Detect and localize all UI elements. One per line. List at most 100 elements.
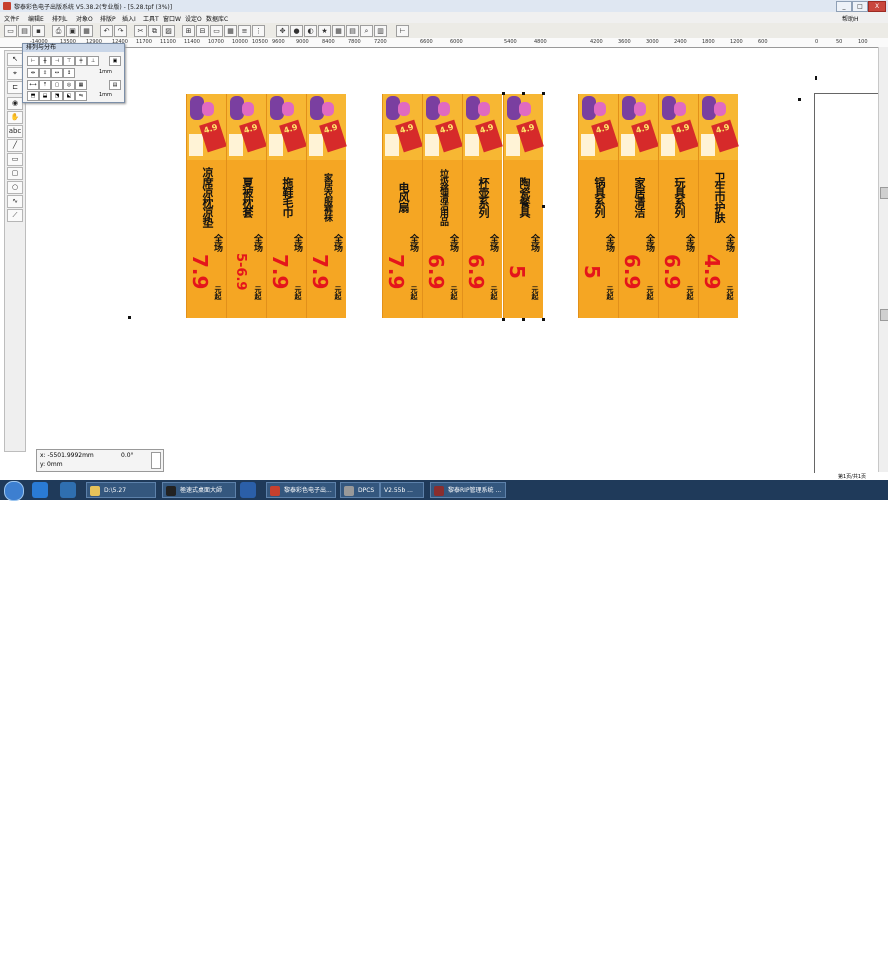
table-icon[interactable]: ▦ <box>224 25 237 37</box>
copy-icon[interactable]: ⧉ <box>148 25 161 37</box>
hand-tool-icon[interactable]: ✋ <box>7 111 23 124</box>
same-width-icon[interactable]: ⟷ <box>27 80 39 90</box>
node-tool-icon[interactable]: ⌖ <box>7 67 23 80</box>
taskbar-app-icon[interactable] <box>240 482 256 498</box>
align-top-icon[interactable]: ⊤ <box>63 56 75 66</box>
sign-card[interactable]: 4.9 凉席凉枕凉垫 全场 7.9 元起 <box>186 94 227 318</box>
menu-settings[interactable]: 设定O <box>185 14 202 23</box>
selection-handle[interactable] <box>502 318 505 321</box>
taskbar-rip[interactable]: 黎泰RIP管理系统 ... <box>430 482 506 498</box>
menu-arrange[interactable]: 排列L <box>52 14 67 23</box>
lock-icon[interactable]: ▤ <box>109 80 121 90</box>
taskbar-dpcs[interactable]: DPCS <box>340 482 380 498</box>
space-h-icon[interactable]: ↔ <box>51 68 63 78</box>
same-height-icon[interactable]: ⤒ <box>39 80 51 90</box>
fit-icon[interactable]: ▦ <box>75 80 87 90</box>
sign-card[interactable]: 4.9 家居衣服裤袜 全场 7.9 元起 <box>306 94 347 318</box>
menu-window[interactable]: 窗口W <box>163 14 181 23</box>
star-icon[interactable]: ★ <box>318 25 331 37</box>
close-button[interactable]: X <box>868 1 886 12</box>
menu-insert[interactable]: 插入I <box>122 14 136 23</box>
vertical-scrollbar[interactable] <box>878 47 888 472</box>
grid-icon[interactable]: ▦ <box>332 25 345 37</box>
line-tool-icon[interactable]: ╱ <box>7 139 23 152</box>
undo-icon[interactable]: ↶ <box>100 25 113 37</box>
ie-icon[interactable] <box>32 482 48 498</box>
ungroup-icon[interactable]: ⊟ <box>196 25 209 37</box>
same-size-icon[interactable]: ▢ <box>51 80 63 90</box>
sign-card[interactable]: 4.9 家居清洁 全场 6.9 元起 <box>618 94 659 318</box>
status-scroll[interactable] <box>151 452 161 469</box>
center-page-icon[interactable]: ◎ <box>63 80 75 90</box>
align-icon[interactable]: ≡ <box>238 25 251 37</box>
new-file-icon[interactable]: ▭ <box>4 25 17 37</box>
menu-file[interactable]: 文件F <box>4 14 19 23</box>
offset-value[interactable]: 1mm <box>99 92 112 98</box>
menu-layout[interactable]: 排版P <box>100 14 116 23</box>
cut-icon[interactable]: ✂ <box>134 25 147 37</box>
order-forward-icon[interactable]: ⬔ <box>51 91 63 101</box>
print-icon[interactable]: ⎙ <box>52 25 65 37</box>
sign-card[interactable]: 4.9 卫生巾护肤 全场 4.9 元起 <box>698 94 739 318</box>
menu-database[interactable]: 数据库C <box>206 14 228 23</box>
align-middle-icon[interactable]: ╪ <box>75 56 87 66</box>
redo-icon[interactable]: ↷ <box>114 25 127 37</box>
polyline-tool-icon[interactable]: ⟋ <box>7 209 23 222</box>
round-rect-tool-icon[interactable]: ▢ <box>7 167 23 180</box>
pointer-tool-icon[interactable]: ↖ <box>7 53 23 66</box>
align-bottom-icon[interactable]: ⊥ <box>87 56 99 66</box>
selection-handle[interactable] <box>542 318 545 321</box>
taskbar-version[interactable]: V2.55b ... <box>380 482 424 498</box>
layers-icon[interactable]: ▤ <box>346 25 359 37</box>
menu-help[interactable]: 帮助H <box>842 14 859 23</box>
selection-handle[interactable] <box>522 318 525 321</box>
start-button[interactable] <box>4 481 24 501</box>
sign-card[interactable]: 4.9 杯壶系列 全场 6.9 元起 <box>462 94 503 318</box>
frame-icon[interactable]: ▭ <box>210 25 223 37</box>
paste-icon[interactable]: ▨ <box>162 25 175 37</box>
align-right-icon[interactable]: ⊣ <box>51 56 63 66</box>
sign-card[interactable]: 4.9 垃圾桶清洁用品 全场 6.9 元起 <box>422 94 463 318</box>
distribute-v-icon[interactable]: ⇳ <box>39 68 51 78</box>
order-back-icon[interactable]: ⬓ <box>39 91 51 101</box>
selection-handle[interactable] <box>522 92 525 95</box>
maximize-button[interactable]: □ <box>852 1 868 12</box>
menu-edit[interactable]: 编辑E <box>28 14 44 23</box>
sign-card[interactable]: 4.9 拖鞋毛巾 全场 7.9 元起 <box>266 94 307 318</box>
sign-card-selected[interactable]: 4.9 陶瓷餐具 全场 5 元起 <box>503 94 544 318</box>
align-page-icon[interactable]: ▣ <box>109 56 121 66</box>
color-icon[interactable]: ● <box>290 25 303 37</box>
taskbar-folder[interactable]: D:\5.27 <box>86 482 156 498</box>
taskbar-desktop-app[interactable]: 極速式桌面大師 <box>162 482 236 498</box>
ruler-icon[interactable]: ⊢ <box>396 25 409 37</box>
order-front-icon[interactable]: ⬒ <box>27 91 39 101</box>
menu-tools[interactable]: 工具T <box>143 14 159 23</box>
space-v-icon[interactable]: ↕ <box>63 68 75 78</box>
menu-object[interactable]: 对象O <box>76 14 93 23</box>
preview-icon[interactable]: ▣ <box>66 25 79 37</box>
align-center-icon[interactable]: ╫ <box>39 56 51 66</box>
sign-card[interactable]: 4.9 玩具系列 全场 6.9 元起 <box>658 94 699 318</box>
text-tool-icon[interactable]: abc <box>7 125 23 138</box>
curve-tool-icon[interactable]: ∿ <box>7 195 23 208</box>
selection-handle[interactable] <box>542 205 545 208</box>
spacing-value[interactable]: 1mm <box>99 69 112 75</box>
sign-card[interactable]: 4.9 电风扇 全场 7.9 元起 <box>382 94 423 318</box>
rectangle-tool-icon[interactable]: ▭ <box>7 153 23 166</box>
selection-handle[interactable] <box>502 92 505 95</box>
order-backward-icon[interactable]: ⬕ <box>63 91 75 101</box>
ellipse-tool-icon[interactable]: ○ <box>7 181 23 194</box>
save-icon[interactable]: ▪ <box>32 25 45 37</box>
sign-card[interactable]: 4.9 夏被枕套 全场 5-6.9 元起 <box>226 94 267 318</box>
flip-icon[interactable]: ⇋ <box>75 91 87 101</box>
media-player-icon[interactable] <box>60 482 76 498</box>
selection-handle[interactable] <box>542 92 545 95</box>
print-setup-icon[interactable]: ▦ <box>80 25 93 37</box>
zoom-icon[interactable]: ⌕ <box>360 25 373 37</box>
move-icon[interactable]: ✥ <box>276 25 289 37</box>
scroll-thumb[interactable] <box>880 187 888 199</box>
distribute-icon[interactable]: ⋮ <box>252 25 265 37</box>
crop-tool-icon[interactable]: ⊏ <box>7 81 23 94</box>
open-file-icon[interactable]: ▤ <box>18 25 31 37</box>
palette-icon[interactable]: ◐ <box>304 25 317 37</box>
